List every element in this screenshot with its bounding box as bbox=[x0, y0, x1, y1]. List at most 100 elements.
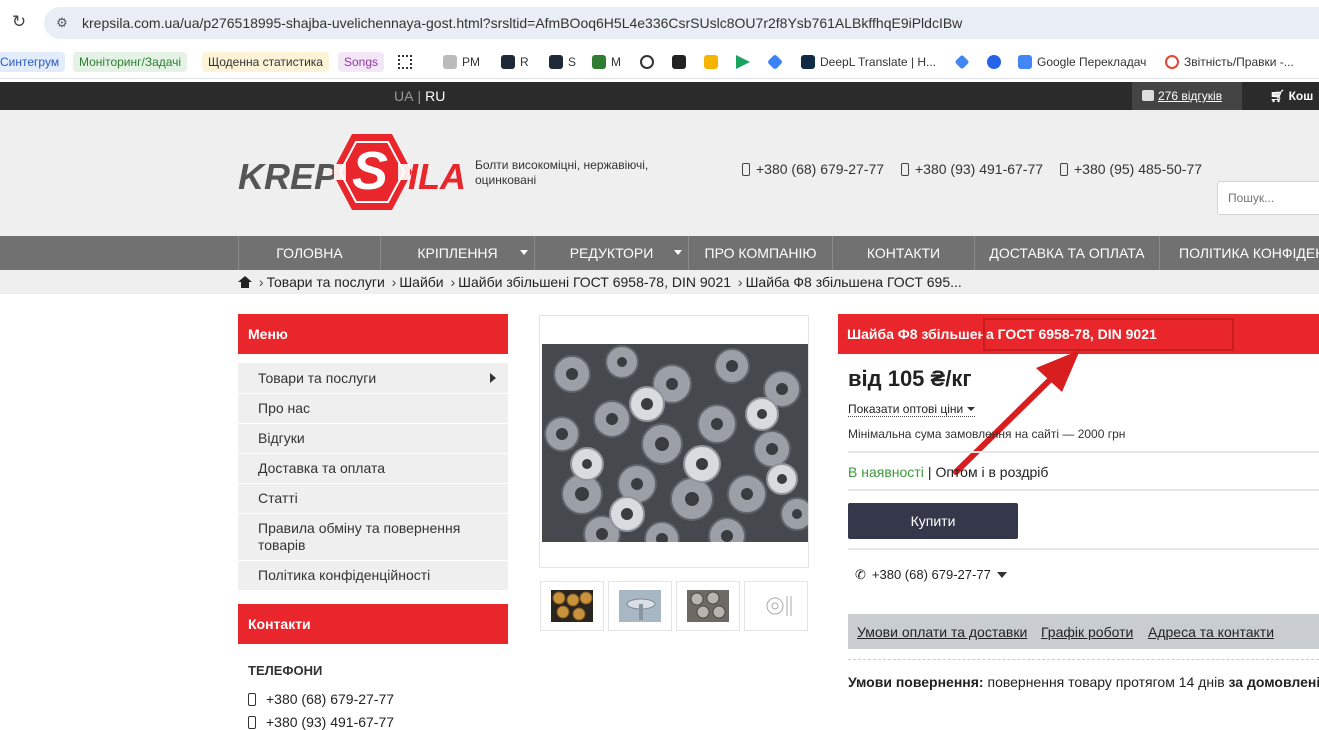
chevron-down-icon bbox=[967, 407, 976, 411]
product-info-tabs: Умови оплати та доставки Графік роботи А… bbox=[848, 614, 1319, 649]
reviews-link[interactable]: 276 відгуків bbox=[1132, 82, 1242, 110]
home-icon[interactable] bbox=[238, 276, 252, 288]
chevron-down-icon bbox=[674, 250, 682, 255]
nav-privacy[interactable]: ПОЛІТИКА КОНФІДЕНЦІ bbox=[1159, 236, 1319, 270]
header-phone-3[interactable]: +380 (95) 485-50-77 bbox=[1060, 161, 1202, 177]
sidebar-phone-1[interactable]: +380 (68) 679-27-77 bbox=[248, 691, 394, 707]
deepl-icon bbox=[801, 55, 815, 69]
gemini-icon[interactable] bbox=[954, 52, 974, 72]
cart-link[interactable]: 🛒︎ Кош bbox=[1270, 82, 1313, 110]
in-stock-label: В наявності bbox=[848, 464, 924, 480]
bookmark-s[interactable]: S bbox=[549, 52, 576, 72]
nav-about[interactable]: ПРО КОМПАНІЮ bbox=[688, 236, 832, 270]
divider bbox=[848, 548, 1319, 550]
lang-ua-link[interactable]: UA bbox=[394, 88, 413, 104]
google-translate-icon bbox=[1018, 55, 1032, 69]
puzzle-icon[interactable] bbox=[672, 52, 691, 72]
sidebar-menu: Товари та послуги Про нас Відгуки Достав… bbox=[238, 363, 508, 591]
nav-contacts[interactable]: КОНТАКТИ bbox=[832, 236, 974, 270]
copilot-icon[interactable] bbox=[987, 52, 1006, 72]
tab-payment-delivery[interactable]: Умови оплати та доставки bbox=[857, 624, 1027, 640]
sale-type-label: Оптом і в роздріб bbox=[935, 464, 1049, 480]
breadcrumb-item[interactable]: Шайби bbox=[399, 274, 443, 290]
mobile-phone-icon bbox=[742, 163, 750, 176]
product-price: від 105 ₴/кг bbox=[848, 366, 972, 391]
tab-address-contacts[interactable]: Адреса та контакти bbox=[1148, 624, 1274, 640]
product-thumbnail-4[interactable] bbox=[744, 581, 808, 631]
sidebar-item-products[interactable]: Товари та послуги bbox=[238, 363, 508, 394]
apps-grid-icon[interactable] bbox=[398, 52, 412, 72]
buy-button[interactable]: Купити bbox=[848, 503, 1018, 539]
logo-text-right: ILA bbox=[408, 156, 466, 197]
site-topbar: UA | RU 276 відгуків 🛒︎ Кош bbox=[0, 82, 1319, 110]
main-nav: ГОЛОВНА КРІПЛЕННЯ РЕДУКТОРИ ПРО КОМПАНІЮ… bbox=[0, 236, 1319, 270]
nav-reducers[interactable]: РЕДУКТОРИ bbox=[534, 236, 688, 270]
nav-home[interactable]: ГОЛОВНА bbox=[238, 236, 380, 270]
breadcrumb-current: Шайба Ф8 збільшена ГОСТ 695... bbox=[745, 274, 962, 290]
bookmark-deepl[interactable]: DeepL Translate | H... bbox=[801, 52, 936, 72]
chevron-right-icon bbox=[490, 373, 496, 383]
sidebar-contacts-title: Контакти bbox=[238, 604, 508, 644]
sidebar-item-delivery[interactable]: Доставка та оплата bbox=[238, 454, 508, 484]
product-thumbnail-1[interactable] bbox=[540, 581, 604, 631]
m-icon bbox=[592, 55, 606, 69]
bookmark-daily-stats[interactable]: Щоденна статистика bbox=[202, 52, 329, 72]
diamond-icon[interactable] bbox=[767, 52, 787, 72]
phone-icon: ✆ bbox=[855, 567, 866, 582]
mobile-phone-icon bbox=[248, 716, 256, 729]
divider bbox=[848, 659, 1319, 660]
sidebar-item-privacy[interactable]: Політика конфіденційності bbox=[238, 561, 508, 591]
bookmark-google-translate[interactable]: Google Перекладач bbox=[1018, 52, 1146, 72]
product-thumbnail-2[interactable] bbox=[608, 581, 672, 631]
search-input[interactable] bbox=[1217, 181, 1319, 215]
sidebar-phone-2[interactable]: +380 (93) 491-67-77 bbox=[248, 714, 394, 730]
s-icon bbox=[549, 55, 563, 69]
comment-icon bbox=[1142, 90, 1154, 101]
breadcrumb: › Товари та послуги › Шайби › Шайби збільше… bbox=[0, 270, 1319, 294]
sidebar-item-about[interactable]: Про нас bbox=[238, 394, 508, 424]
bookmark-reports[interactable]: Звітність/Правки -... bbox=[1165, 52, 1294, 72]
bookmark-m[interactable]: M bbox=[592, 52, 621, 72]
keep-icon[interactable] bbox=[704, 52, 723, 72]
site-info-icon[interactable]: ⚙ bbox=[54, 15, 70, 31]
r-icon bbox=[501, 55, 515, 69]
bookmark-monitoring[interactable]: Моніторинг/Задачі bbox=[73, 52, 188, 72]
return-policy: Умови повернення: повернення товару прот… bbox=[848, 674, 1319, 690]
cart-icon: 🛒︎ bbox=[1270, 89, 1286, 103]
browser-address-bar: ↻ ⚙ krepsila.com.ua/ua/p276518995-shajba… bbox=[0, 0, 1319, 45]
play-icon[interactable] bbox=[736, 52, 755, 72]
url-text[interactable]: krepsila.com.ua/ua/p276518995-shajba-uve… bbox=[82, 15, 962, 31]
nav-fasteners[interactable]: КРІПЛЕННЯ bbox=[380, 236, 534, 270]
sidebar-item-returns[interactable]: Правила обміну та повернення товарів bbox=[238, 514, 508, 561]
lang-ru-link[interactable]: RU bbox=[425, 88, 445, 104]
sidebar-item-articles[interactable]: Статті bbox=[238, 484, 508, 514]
show-wholesale-prices-link[interactable]: Показати оптові ціни bbox=[848, 402, 976, 417]
logo-text-left: KREP bbox=[238, 156, 339, 197]
annotation-highlight-box bbox=[983, 318, 1234, 351]
sidebar-menu-title: Меню bbox=[238, 314, 508, 354]
bookmark-songs[interactable]: Songs bbox=[338, 52, 385, 72]
product-photo bbox=[542, 344, 808, 542]
reload-icon[interactable]: ↻ bbox=[10, 13, 28, 31]
header-phone-2[interactable]: +380 (93) 491-67-77 bbox=[901, 161, 1043, 177]
site-logo[interactable]: KREP S ILA bbox=[236, 130, 468, 214]
bookmark-sintegrum[interactable]: Синтегрум bbox=[0, 52, 66, 72]
product-main-image[interactable] bbox=[539, 315, 809, 568]
product-phone-dropdown[interactable]: ✆ +380 (68) 679-27-77 bbox=[855, 567, 1007, 583]
breadcrumb-item[interactable]: Товари та послуги bbox=[267, 274, 385, 290]
google-icon bbox=[1165, 55, 1179, 69]
breadcrumb-item[interactable]: Шайби збільшені ГОСТ 6958-78, DIN 9021 bbox=[458, 274, 731, 290]
openai-icon[interactable] bbox=[640, 52, 659, 72]
pm-icon bbox=[443, 55, 457, 69]
omnibox[interactable]: ⚙ krepsila.com.ua/ua/p276518995-shajba-u… bbox=[44, 7, 1319, 39]
site-tagline: Болти високоміцні, нержавіючі, оцинкован… bbox=[475, 158, 649, 187]
bookmark-pm[interactable]: PM bbox=[443, 52, 480, 72]
nav-delivery[interactable]: ДОСТАВКА ТА ОПЛАТА bbox=[974, 236, 1159, 270]
min-order-note: Мінімальна сума замовлення на сайті — 20… bbox=[848, 427, 1126, 441]
product-thumbnail-3[interactable] bbox=[676, 581, 740, 631]
tab-work-schedule[interactable]: Графік роботи bbox=[1041, 624, 1133, 640]
bookmarks-bar: Синтегрум Моніторинг/Задачі Щоденна стат… bbox=[0, 45, 1319, 79]
sidebar-item-reviews[interactable]: Відгуки bbox=[238, 424, 508, 454]
bookmark-r[interactable]: R bbox=[501, 52, 529, 72]
header-phone-1[interactable]: +380 (68) 679-27-77 bbox=[742, 161, 884, 177]
